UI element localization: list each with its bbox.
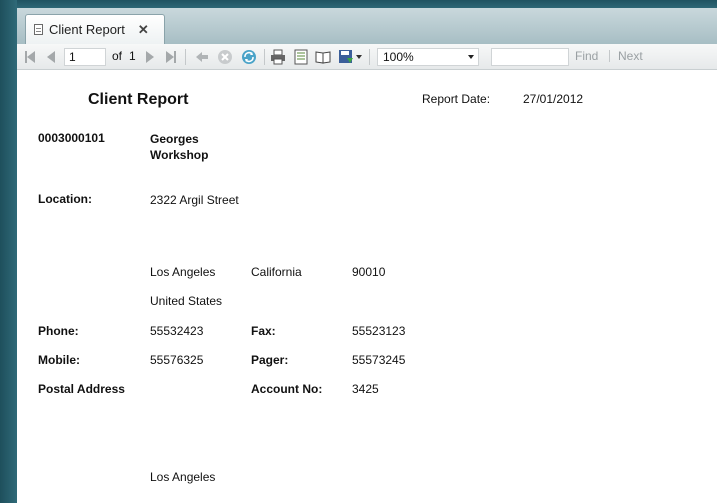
export-button[interactable] (337, 48, 363, 66)
book-icon (315, 51, 331, 64)
next-page-icon (146, 51, 154, 63)
location-label: Location: (38, 192, 92, 206)
window-frame-top (0, 0, 717, 8)
zip-code: 90010 (352, 265, 386, 279)
mobile-label: Mobile: (38, 353, 80, 367)
chevron-down-icon (468, 55, 474, 59)
tab-label: Client Report (49, 22, 125, 37)
pager-value: 55573245 (352, 353, 406, 367)
of-label: of (112, 49, 123, 63)
last-page-icon (166, 51, 174, 63)
find-input[interactable] (491, 48, 569, 66)
previous-page-icon (47, 51, 55, 63)
account-no-value: 3425 (352, 382, 379, 396)
chevron-down-icon (356, 55, 362, 59)
close-icon[interactable]: ✕ (138, 22, 149, 38)
first-page-button[interactable] (23, 48, 37, 66)
zoom-select[interactable]: 100% (377, 48, 479, 66)
stop-icon (218, 50, 232, 64)
report-title: Client Report (88, 91, 189, 108)
toolbar-separator (185, 49, 186, 65)
refresh-icon (242, 50, 256, 64)
zoom-value: 100% (383, 50, 414, 64)
next-page-button[interactable] (143, 48, 157, 66)
report-toolbar: of 1 100% Find Next (17, 44, 717, 70)
back-arrow-icon (196, 52, 208, 62)
client-id: 0003000101 (38, 131, 105, 145)
fax-label: Fax: (251, 324, 276, 338)
postal-address-label: Postal Address (38, 382, 125, 396)
previous-page-button[interactable] (44, 48, 58, 66)
save-icon (339, 50, 353, 63)
account-no-label: Account No: (251, 382, 323, 396)
mobile-value: 55576325 (150, 353, 204, 367)
page-layout-icon (294, 49, 308, 65)
country: United States (150, 294, 223, 308)
toolbar-separator (264, 49, 265, 65)
last-page-button[interactable] (164, 48, 178, 66)
pager-label: Pager: (251, 353, 289, 367)
printer-icon (271, 49, 285, 65)
tab-client-report[interactable]: Client Report ✕ (25, 14, 165, 44)
postal-city: Los Angeles (150, 470, 216, 484)
report-date-value: 27/01/2012 (523, 92, 584, 106)
page-setup-button[interactable] (314, 48, 332, 66)
fax-value: 55523123 (352, 324, 406, 338)
toolbar-separator (369, 49, 370, 65)
window-frame-left (0, 0, 17, 503)
phone-value: 55532423 (150, 324, 204, 338)
report-date-label: Report Date: (422, 92, 491, 106)
back-button[interactable] (194, 48, 210, 66)
print-layout-button[interactable] (292, 48, 310, 66)
document-icon (34, 24, 43, 35)
city: Los Angeles (150, 265, 216, 279)
report-page: Client Report Report Date: 27/01/2012 00… (17, 70, 717, 503)
phone-label: Phone: (38, 324, 79, 338)
state: California (251, 265, 302, 279)
street-address: 2322 Argil Street (150, 193, 239, 207)
refresh-button[interactable] (240, 48, 258, 66)
find-link[interactable]: Find (575, 49, 598, 63)
next-link[interactable]: Next (618, 49, 643, 63)
toolbar-separator (609, 50, 610, 62)
page-number-input[interactable] (64, 48, 106, 66)
stop-button[interactable] (217, 48, 233, 66)
client-name: Georges Workshop (150, 132, 209, 162)
total-pages: 1 (129, 49, 136, 63)
tab-strip: Client Report ✕ (17, 8, 717, 44)
print-button[interactable] (269, 48, 287, 66)
